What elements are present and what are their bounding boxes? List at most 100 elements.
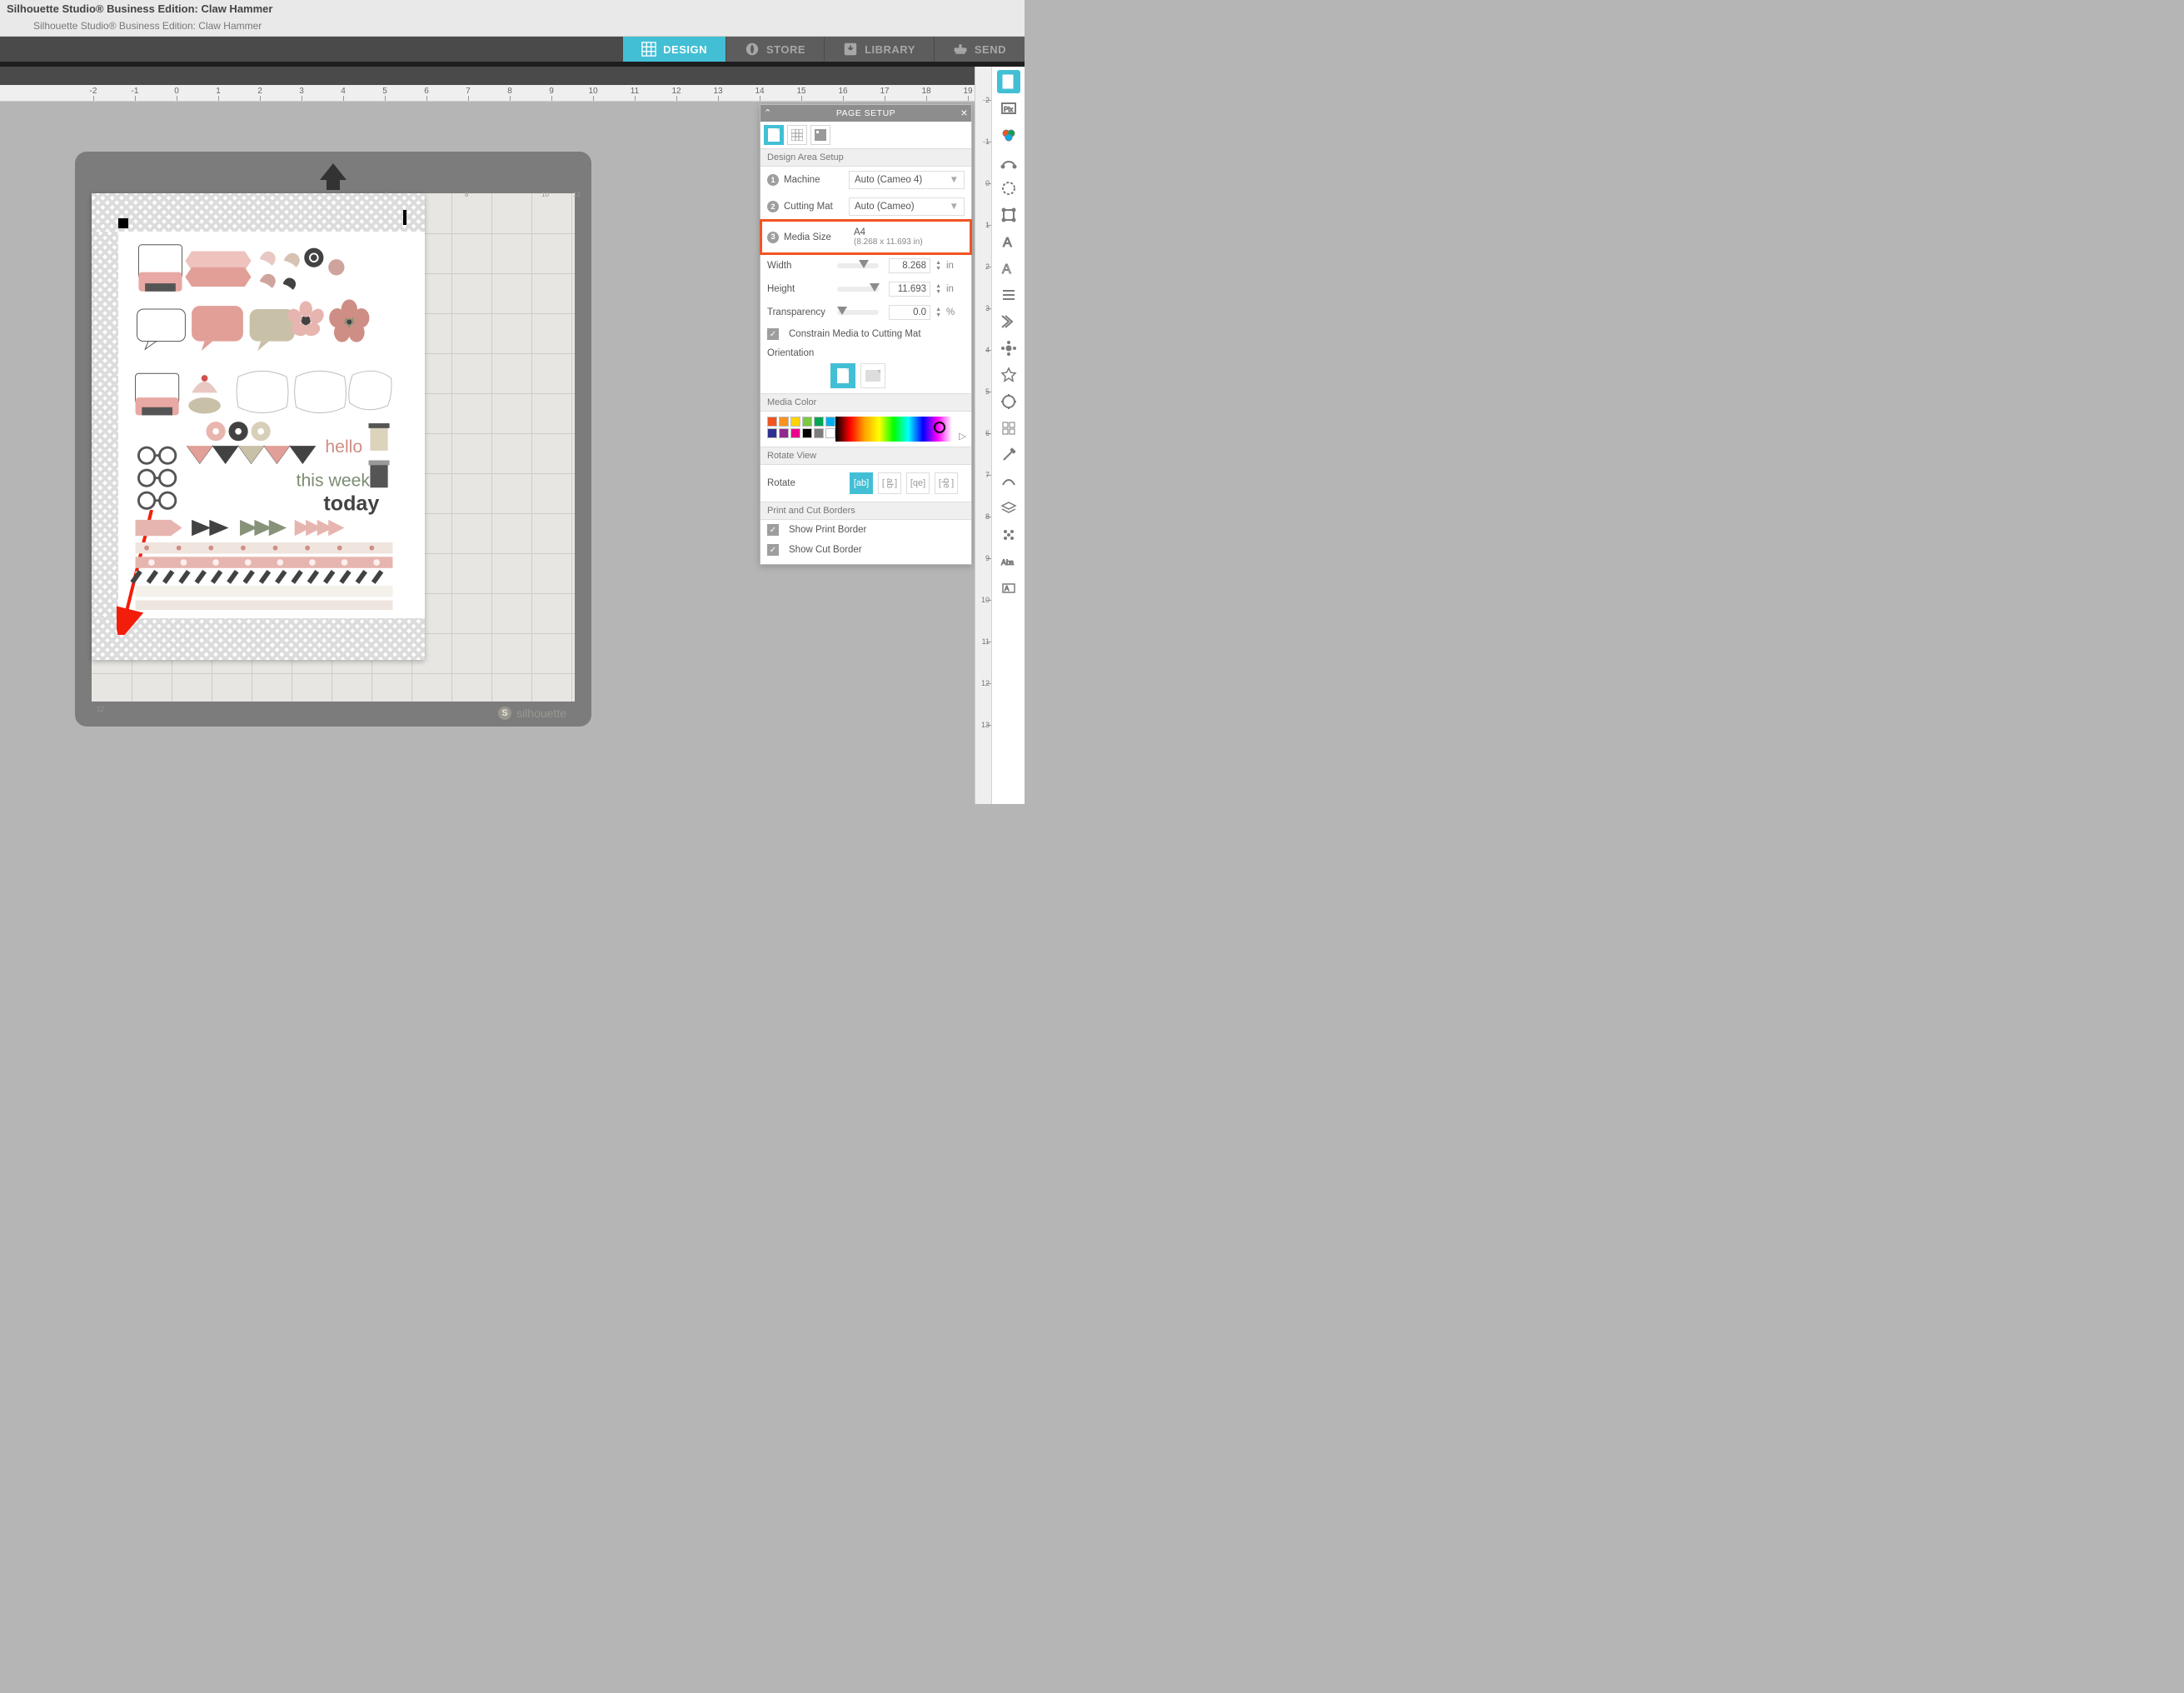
swatch[interactable] [790, 417, 800, 427]
swatch[interactable] [767, 417, 777, 427]
panel-tab-grid[interactable] [787, 125, 807, 145]
section-design-area: Design Area Setup [760, 148, 971, 167]
close-icon[interactable]: × [960, 106, 968, 119]
trace-icon[interactable] [997, 177, 1020, 200]
media-size-label: Media Size [784, 232, 844, 242]
swatch[interactable] [814, 428, 824, 438]
page-setup-panel: ⌃ PAGE SETUP × Design Area Setup 1 Machi… [760, 104, 972, 565]
constrain-label: Constrain Media to Cutting Mat [789, 329, 921, 339]
cutting-mat-label: Cutting Mat [784, 202, 844, 212]
tab-design[interactable]: DESIGN [623, 37, 726, 62]
sketch-icon[interactable] [997, 470, 1020, 493]
text-abc-icon[interactable]: Aba [997, 550, 1020, 573]
show-print-border-label: Show Print Border [789, 525, 866, 535]
grid-small-icon [791, 129, 803, 141]
object-icon[interactable]: A [997, 577, 1020, 600]
main-tabs: DESIGN STORE LIBRARY SEND [0, 37, 1025, 62]
machine-label: Machine [784, 175, 844, 185]
landscape-icon [865, 370, 880, 382]
tab-library-label: LIBRARY [865, 43, 915, 56]
page-setup-icon[interactable] [997, 70, 1020, 93]
step-3-icon: 3 [767, 232, 779, 243]
reg-icon [815, 129, 826, 141]
swatch[interactable] [825, 417, 835, 427]
step-1-icon: 1 [767, 174, 779, 186]
swatch[interactable] [779, 428, 789, 438]
show-print-border-checkbox[interactable]: ✓ [767, 524, 779, 536]
modify-icon[interactable] [997, 390, 1020, 413]
tab-design-label: DESIGN [663, 43, 707, 56]
orientation-label: Orientation [767, 348, 832, 358]
orientation-portrait[interactable] [830, 363, 855, 388]
width-stepper[interactable]: ▲▼ [935, 260, 941, 272]
layers-icon[interactable] [997, 497, 1020, 520]
panel-titlebar[interactable]: ⌃ PAGE SETUP × [760, 105, 971, 122]
text-style-icon[interactable]: A [997, 230, 1020, 253]
svg-text:A: A [1002, 262, 1011, 277]
pixscan-icon[interactable]: Pix [997, 97, 1020, 120]
section-rotate-view: Rotate View [760, 447, 971, 465]
svg-text:today: today [323, 492, 379, 515]
panel-tab-page[interactable] [764, 125, 784, 145]
color-spectrum[interactable] [835, 417, 952, 442]
tab-send-label: SEND [975, 43, 1006, 56]
step-2-icon: 2 [767, 201, 779, 212]
svg-text:a: a [1010, 558, 1014, 567]
transparency-slider[interactable] [837, 310, 879, 315]
media-page[interactable]: hello this week today [92, 193, 425, 660]
rotate-option-3[interactable]: [qe] [906, 472, 930, 494]
transparency-stepper[interactable]: ▲▼ [935, 307, 941, 318]
line-style-icon[interactable] [997, 150, 1020, 173]
show-cut-border-checkbox[interactable]: ✓ [767, 544, 779, 556]
cutting-mat-select[interactable]: Auto (Cameo)▼ [849, 197, 965, 216]
transform-icon[interactable] [997, 203, 1020, 227]
portrait-icon [837, 368, 849, 383]
collapse-icon[interactable]: ⌃ [764, 107, 772, 118]
swatch[interactable] [767, 428, 777, 438]
rotate-option-2[interactable]: [ab] [878, 472, 901, 494]
knife-icon[interactable] [997, 443, 1020, 467]
offset-icon[interactable] [997, 310, 1020, 333]
width-slider[interactable] [837, 263, 879, 268]
nesting-icon[interactable] [997, 417, 1020, 440]
swatch[interactable] [790, 428, 800, 438]
height-label: Height [767, 284, 832, 294]
chevron-down-icon: ▼ [950, 175, 959, 185]
orientation-landscape[interactable] [860, 363, 885, 388]
height-slider[interactable] [837, 287, 879, 292]
constrain-checkbox[interactable]: ✓ [767, 328, 779, 340]
registration-square [118, 218, 128, 228]
height-input[interactable]: 11.693 [889, 282, 930, 297]
text-large-icon[interactable]: A [997, 257, 1020, 280]
download-icon [843, 42, 858, 57]
media-size-select[interactable]: A4 (8.268 x 11.693 in) [849, 224, 965, 250]
window-subtitle: Silhouette Studio® Business Edition: Cla… [0, 17, 1025, 37]
swatch[interactable] [825, 428, 835, 438]
horizontal-ruler: -2-1012345678910111213141516171819 [0, 85, 975, 102]
tab-library[interactable]: LIBRARY [825, 37, 935, 62]
tab-send[interactable]: SEND [935, 37, 1025, 62]
canvas[interactable]: 6 8 10 12 12 S silhouette [0, 102, 975, 804]
fill-color-icon[interactable] [997, 123, 1020, 147]
swatch[interactable] [779, 417, 789, 427]
replicate-icon[interactable] [997, 337, 1020, 360]
rotate-option-4[interactable]: [qe] [935, 472, 958, 494]
star-icon[interactable] [997, 363, 1020, 387]
swatch[interactable] [802, 417, 812, 427]
eyedropper-icon[interactable]: ▷ [959, 430, 971, 447]
rotate-option-1[interactable]: [ab] [850, 472, 873, 494]
swatch[interactable] [802, 428, 812, 438]
svg-text:hello: hello [325, 437, 362, 457]
stipple-icon[interactable] [997, 523, 1020, 547]
tab-store[interactable]: STORE [726, 37, 825, 62]
panel-tab-registration[interactable] [810, 125, 830, 145]
color-picker-ring[interactable] [934, 422, 945, 433]
swatch[interactable] [814, 417, 824, 427]
transparency-input[interactable]: 0.0 [889, 305, 930, 320]
section-media-color: Media Color [760, 393, 971, 412]
panel-title: PAGE SETUP [836, 108, 895, 118]
machine-select[interactable]: Auto (Cameo 4)▼ [849, 171, 965, 189]
height-stepper[interactable]: ▲▼ [935, 283, 941, 295]
align-icon[interactable] [997, 283, 1020, 307]
width-input[interactable]: 8.268 [889, 258, 930, 273]
